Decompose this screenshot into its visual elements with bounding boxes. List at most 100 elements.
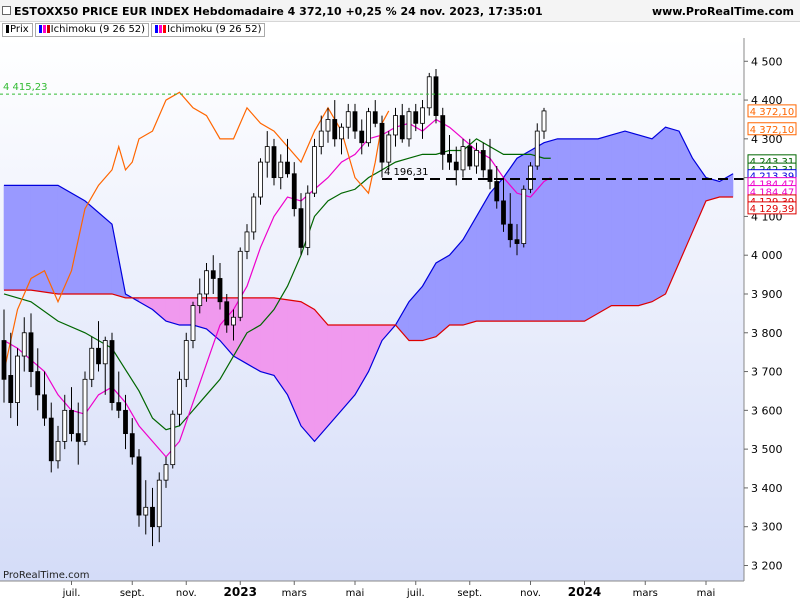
cloud-segment bbox=[260, 297, 275, 376]
price-tags: 4 372,104 372,104 243,314 242,314 213,39… bbox=[747, 104, 797, 215]
x-tick-label: nov. bbox=[176, 588, 197, 599]
level-label: 4 415,23 bbox=[3, 82, 48, 93]
candle-body bbox=[332, 119, 338, 140]
candle-body bbox=[258, 161, 263, 198]
candle-body bbox=[325, 119, 331, 132]
candle-body bbox=[521, 188, 527, 244]
candle-body bbox=[28, 332, 34, 372]
cloud-segment bbox=[543, 138, 558, 322]
candle-body bbox=[210, 270, 216, 279]
cloud-segment bbox=[624, 130, 639, 306]
candle-body bbox=[42, 394, 47, 419]
cloud-segment bbox=[557, 138, 572, 322]
plot-background bbox=[0, 38, 744, 581]
candle-body bbox=[69, 409, 74, 435]
candle-body bbox=[271, 146, 277, 179]
candle-body bbox=[426, 76, 432, 109]
candle-body bbox=[197, 293, 203, 307]
x-tick-label: sept. bbox=[457, 588, 482, 599]
candle-body bbox=[460, 146, 466, 171]
candle-body bbox=[48, 417, 54, 462]
candle-body bbox=[366, 111, 371, 144]
candle-body bbox=[352, 111, 358, 132]
y-tick-label: 3 200 bbox=[751, 559, 783, 572]
price-tag-label: 4 372,10 bbox=[750, 107, 795, 118]
candle-body bbox=[244, 231, 250, 252]
candle-body bbox=[480, 150, 486, 171]
candle-body bbox=[89, 347, 95, 380]
candle-body bbox=[237, 250, 243, 318]
candle-body bbox=[204, 270, 209, 295]
candle-body bbox=[183, 340, 189, 380]
price-chart[interactable]: 4 415,23 4 196,31 3 200 3 300 3 400 3 500 3 6… bbox=[0, 0, 800, 600]
candle-body bbox=[440, 115, 446, 155]
candle-body bbox=[35, 371, 41, 396]
candle-body bbox=[528, 165, 533, 190]
candle-body bbox=[217, 278, 223, 303]
x-tick-label: mars bbox=[633, 588, 658, 599]
candle-body bbox=[82, 378, 88, 442]
candle-body bbox=[163, 464, 169, 481]
candle-body bbox=[501, 200, 506, 225]
candle-body bbox=[372, 111, 378, 124]
candle-body bbox=[109, 340, 115, 403]
candle-body bbox=[150, 506, 155, 528]
candle-body bbox=[393, 115, 398, 136]
candle-body bbox=[494, 181, 500, 202]
candle-body bbox=[467, 146, 473, 167]
candle-body bbox=[15, 355, 20, 403]
candle-body bbox=[1, 340, 7, 380]
candle-body bbox=[143, 506, 149, 516]
cloud-segment bbox=[611, 130, 626, 306]
candle-body bbox=[447, 153, 452, 163]
candle-body bbox=[534, 130, 540, 167]
candle-body bbox=[285, 161, 290, 175]
candle-body bbox=[433, 76, 439, 116]
candle-body bbox=[96, 347, 101, 365]
candle-body bbox=[406, 111, 412, 140]
cloud-segment bbox=[30, 185, 59, 295]
candle-body bbox=[278, 161, 284, 179]
x-tick-label: mars bbox=[282, 588, 307, 599]
candle-body bbox=[116, 402, 122, 411]
candle-body bbox=[291, 173, 297, 210]
candle-body bbox=[264, 146, 270, 163]
candle-body bbox=[136, 456, 142, 516]
candle-body bbox=[339, 126, 344, 140]
candle-body bbox=[177, 378, 182, 415]
candle-body bbox=[514, 239, 520, 244]
candle-body bbox=[190, 305, 196, 341]
y-tick-label: 4 000 bbox=[751, 249, 783, 262]
x-tick-label: juil. bbox=[62, 588, 81, 599]
y-tick-label: 3 400 bbox=[751, 482, 783, 495]
candle-body bbox=[305, 192, 311, 248]
cloud-segment bbox=[597, 134, 612, 314]
candle-body bbox=[75, 433, 81, 442]
candle-body bbox=[129, 433, 135, 458]
x-tick-label: nov. bbox=[520, 588, 541, 599]
candle-body bbox=[318, 130, 324, 147]
x-axis: juil. sept. nov. 2023 mars mai juil. sept. nov. 2… bbox=[62, 581, 716, 599]
candle-body bbox=[487, 169, 493, 182]
y-tick-label: 3 900 bbox=[751, 288, 783, 301]
cloud-segment bbox=[327, 324, 342, 427]
candle-body bbox=[420, 107, 425, 124]
candle-body bbox=[251, 196, 257, 233]
candle-body bbox=[123, 409, 128, 435]
candle-body bbox=[359, 130, 365, 144]
candle-body bbox=[474, 150, 479, 167]
candle-body bbox=[102, 340, 108, 365]
y-tick-label: 3 800 bbox=[751, 327, 783, 340]
annotation-label: 4 196,31 bbox=[384, 167, 429, 178]
candle-body bbox=[224, 301, 230, 326]
candle-body bbox=[399, 115, 405, 140]
y-tick-label: 4 500 bbox=[751, 55, 783, 68]
x-tick-label: 2024 bbox=[568, 585, 601, 599]
cloud-segment bbox=[314, 308, 329, 443]
candle-body bbox=[507, 223, 513, 241]
price-tag-label: 4 129,39 bbox=[750, 204, 795, 215]
x-tick-label: 2023 bbox=[224, 585, 257, 599]
x-tick-label: mai bbox=[697, 588, 716, 599]
candle-body bbox=[55, 440, 61, 462]
candle-body bbox=[156, 479, 162, 528]
